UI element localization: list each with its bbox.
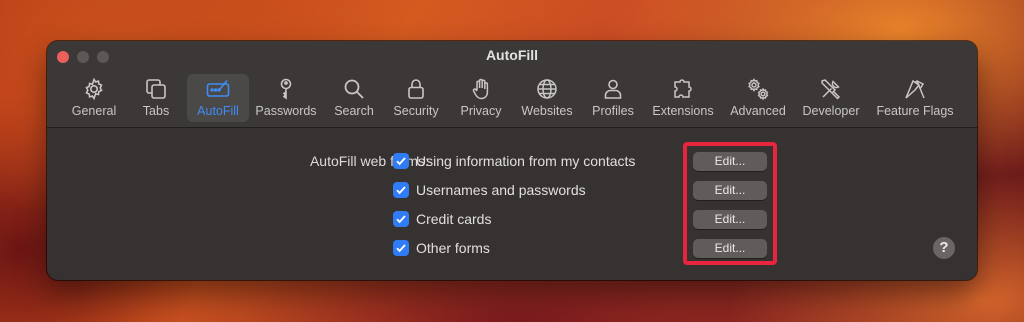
gears-icon [748, 78, 769, 101]
usernames-passwords-checkbox[interactable] [393, 182, 409, 198]
tab-label: Passwords [255, 104, 317, 118]
contacts-checkbox[interactable] [393, 153, 409, 169]
edit-buttons-highlight [683, 142, 777, 265]
checkmark-icon [396, 244, 406, 253]
tab-label: Search [334, 104, 374, 118]
checkmark-icon [396, 186, 406, 195]
tab-general[interactable]: General [65, 74, 123, 122]
tab-search[interactable]: Search [331, 74, 377, 122]
autofill-option-contacts: Using information from my contacts [393, 153, 723, 173]
tab-profiles[interactable]: Profiles [587, 74, 639, 122]
puzzle-icon [674, 79, 692, 98]
tab-label: Profiles [592, 104, 634, 118]
credit-cards-label[interactable]: Credit cards [416, 211, 491, 227]
usernames-passwords-label[interactable]: Usernames and passwords [416, 182, 586, 198]
person-icon [604, 79, 622, 99]
autofill-option-credit-cards: Credit cards [393, 211, 723, 231]
tools-icon [821, 79, 841, 100]
other-forms-label[interactable]: Other forms [416, 240, 490, 256]
tab-label: Security [393, 104, 439, 118]
contacts-label[interactable]: Using information from my contacts [416, 153, 635, 169]
autofill-icon [206, 79, 230, 97]
key-icon [280, 78, 292, 100]
tab-developer[interactable]: Developer [799, 74, 863, 122]
tab-label: Privacy [460, 104, 502, 118]
lock-icon [408, 79, 424, 99]
tab-security[interactable]: Security [389, 74, 443, 122]
tab-label: General [71, 104, 117, 118]
tab-websites[interactable]: Websites [517, 74, 577, 122]
tab-tabs[interactable]: Tabs [135, 74, 177, 122]
autofill-option-usernames-passwords: Usernames and passwords [393, 182, 723, 202]
preferences-toolbar: AutoFill General Tabs AutoFill Passwords… [47, 41, 977, 128]
window-title: AutoFill [485, 47, 539, 63]
hand-icon [472, 78, 489, 100]
tab-advanced[interactable]: Advanced [727, 74, 789, 122]
tab-passwords[interactable]: Passwords [253, 74, 319, 122]
autofill-preferences-window: AutoFill General Tabs AutoFill Passwords… [47, 41, 977, 280]
help-button[interactable]: ? [933, 237, 955, 259]
other-forms-checkbox[interactable] [393, 240, 409, 256]
tabs-icon [146, 79, 166, 99]
gear-icon [85, 77, 103, 101]
tab-extensions[interactable]: Extensions [649, 74, 717, 122]
tab-autofill[interactable]: AutoFill [187, 74, 249, 122]
checkmark-icon [396, 157, 406, 166]
flags-icon [905, 79, 925, 99]
tab-label: Extensions [652, 104, 714, 118]
tab-label: Websites [521, 104, 573, 118]
tab-label: Tabs [142, 104, 170, 118]
credit-cards-checkbox[interactable] [393, 211, 409, 227]
tab-privacy[interactable]: Privacy [455, 74, 507, 122]
autofill-settings-panel: AutoFill web forms: Using information fr… [47, 128, 977, 280]
globe-icon [537, 79, 557, 99]
checkmark-icon [396, 215, 406, 224]
tab-label: Advanced [730, 104, 786, 118]
tab-label: Developer [802, 104, 860, 118]
tab-feature-flags[interactable]: Feature Flags [873, 74, 957, 122]
tab-label: Feature Flags [876, 104, 954, 118]
search-icon [344, 79, 364, 99]
tab-label: AutoFill [197, 104, 239, 118]
autofill-option-other-forms: Other forms [393, 240, 723, 260]
